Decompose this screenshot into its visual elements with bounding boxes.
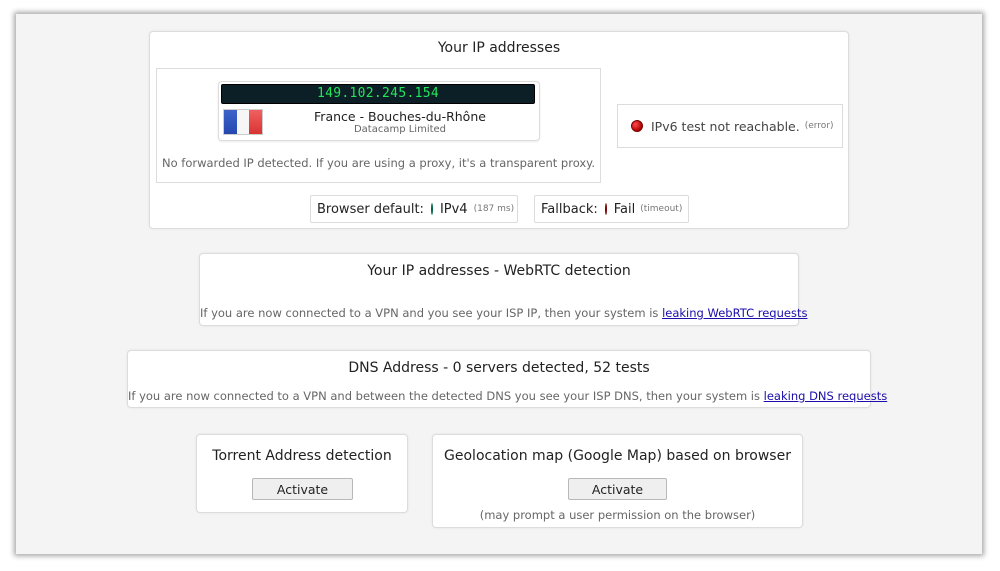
france-flag-icon xyxy=(223,109,263,135)
dns-card: DNS Address - 0 servers detected, 52 tes… xyxy=(127,350,887,408)
fallback-label: Fallback: xyxy=(541,201,598,217)
fallback-value: Fail xyxy=(613,201,636,217)
webrtc-card: Your IP addresses - WebRTC detection If … xyxy=(199,253,807,326)
ipv4-info-box: 149.102.245.154 France - Bouches-du-Rhôn… xyxy=(218,81,540,141)
ip-card-title: Your IP addresses xyxy=(437,40,561,56)
webrtc-note-text: If you are now connected to a VPN and yo… xyxy=(200,306,659,320)
geolocation-note: (may prompt a user permission on the bro… xyxy=(479,508,756,522)
webrtc-title: Your IP addresses - WebRTC detection xyxy=(367,263,631,279)
ip-location: France - Bouches-du-Rhône xyxy=(314,109,486,124)
ipv6-error: (error) xyxy=(804,121,834,131)
leaking-webrtc-link[interactable]: leaking WebRTC requests xyxy=(662,306,807,320)
fallback-status-red-icon xyxy=(604,203,607,215)
dns-note: If you are now connected to a VPN and be… xyxy=(128,389,887,403)
ipv4-panel: 149.102.245.154 France - Bouches-du-Rhôn… xyxy=(156,68,601,183)
dns-title: DNS Address - 0 servers detected, 52 tes… xyxy=(348,360,650,376)
browser-default-value: IPv4 xyxy=(439,201,468,217)
torrent-title: Torrent Address detection xyxy=(212,448,392,464)
browser-default-pill: Browser default: IPv4 (187 ms) xyxy=(310,195,518,223)
webrtc-note: If you are now connected to a VPN and yo… xyxy=(200,306,807,320)
ipv6-status: IPv6 test not reachable. xyxy=(651,118,800,134)
geolocation-title: Geolocation map (Google Map) based on br… xyxy=(444,448,791,464)
browser-default-latency: (187 ms) xyxy=(473,204,515,214)
browser-default-label: Browser default: xyxy=(317,201,424,217)
leaking-dns-link[interactable]: leaking DNS requests xyxy=(764,389,888,403)
torrent-activate-button[interactable]: Activate xyxy=(252,478,353,500)
ipv6-status-red-icon xyxy=(631,120,643,132)
ipv6-panel: IPv6 test not reachable. (error) xyxy=(617,104,843,148)
ipv4-status-green-icon xyxy=(430,203,433,215)
fallback-pill: Fallback: Fail (timeout) xyxy=(534,195,689,223)
dns-note-text: If you are now connected to a VPN and be… xyxy=(128,389,760,403)
ip-addresses-card: Your IP addresses 149.102.245.154 France… xyxy=(149,31,849,229)
fallback-timeout: (timeout) xyxy=(640,204,683,214)
ip-isp: Datacamp Limited xyxy=(353,124,447,135)
torrent-card: Torrent Address detection Activate xyxy=(196,434,408,513)
geolocation-card: Geolocation map (Google Map) based on br… xyxy=(432,434,803,528)
geolocation-activate-button[interactable]: Activate xyxy=(568,478,667,500)
ip-address-display[interactable]: 149.102.245.154 xyxy=(221,84,535,104)
proxy-note: No forwarded IP detected. If you are usi… xyxy=(161,156,596,170)
